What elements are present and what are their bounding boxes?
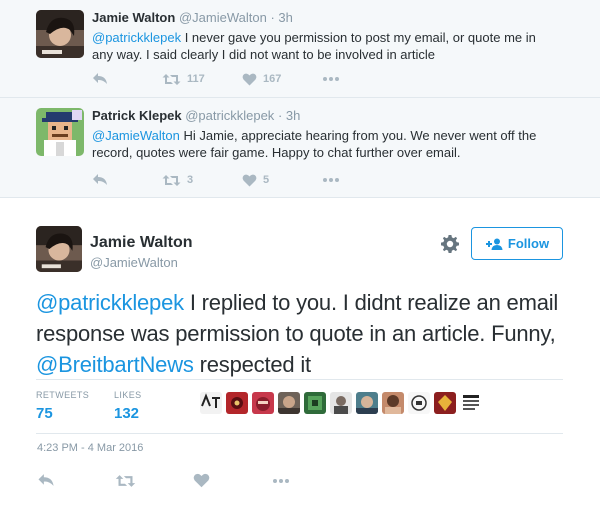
liker-avatar[interactable] (382, 392, 404, 414)
tweet-actions: 117 167 (92, 70, 340, 88)
retweet-icon (115, 474, 136, 487)
tweet-actions (37, 473, 349, 488)
retweets-value: 75 (36, 405, 53, 422)
follow-button[interactable]: Follow (471, 227, 563, 260)
retweets-stat[interactable]: RETWEETS 75 (36, 390, 89, 422)
author-name[interactable]: Jamie Walton (92, 10, 175, 25)
author-name[interactable]: Jamie Walton (90, 234, 193, 252)
liker-avatars (200, 392, 486, 414)
reply-button[interactable] (92, 72, 162, 86)
like-icon (193, 473, 210, 488)
author-handle[interactable]: @patrickklepek (185, 108, 274, 123)
liker-avatar[interactable] (200, 392, 222, 414)
reply-icon (38, 474, 54, 486)
more-button[interactable] (271, 478, 349, 484)
retweet-button[interactable] (115, 474, 193, 488)
liker-avatar[interactable] (252, 392, 274, 414)
liker-avatar[interactable] (460, 392, 482, 414)
tweet-timestamp[interactable]: 4:23 PM - 4 Mar 2016 (37, 442, 143, 454)
mention-link[interactable]: @patrickklepek (36, 290, 184, 315)
reply-tweet-patrick[interactable]: Patrick Klepek @patrickklepek · 3h @Jami… (0, 98, 600, 198)
author-name[interactable]: Patrick Klepek (92, 108, 182, 123)
tweet-text: @JamieWalton Hi Jamie, appreciate hearin… (92, 127, 560, 161)
reply-button[interactable] (92, 173, 162, 187)
retweet-button[interactable]: 3 (162, 174, 242, 187)
likes-stat[interactable]: LIKES 132 (114, 390, 142, 422)
more-button[interactable] (322, 177, 340, 183)
liker-avatar[interactable] (330, 392, 352, 414)
reply-icon (93, 73, 107, 84)
avatar[interactable] (36, 226, 82, 272)
retweet-count: 117 (187, 73, 205, 85)
more-icon (323, 77, 339, 81)
author-handle[interactable]: @JamieWalton (179, 10, 267, 25)
likes-label: LIKES (114, 390, 142, 400)
tweet-text-end: respected it (193, 352, 312, 377)
like-button[interactable] (193, 473, 271, 488)
retweets-label: RETWEETS (36, 390, 90, 400)
like-count: 167 (263, 73, 282, 85)
tweet-text: @patrickklepek I never gave you permissi… (92, 29, 560, 63)
tweet-time[interactable]: · 3h (278, 108, 300, 123)
tweet-time[interactable]: · 3h (270, 10, 292, 25)
tweet-text: @patrickklepek I replied to you. I didnt… (36, 287, 576, 380)
retweet-icon (162, 174, 181, 186)
like-icon (242, 73, 257, 85)
tweet-actions: 3 5 (92, 171, 340, 189)
retweet-icon (162, 73, 181, 85)
reply-button[interactable] (37, 473, 115, 488)
liker-avatar[interactable] (278, 392, 300, 414)
like-button[interactable]: 167 (242, 73, 322, 86)
liker-avatar[interactable] (304, 392, 326, 414)
follow-label: Follow (507, 236, 550, 251)
more-icon (273, 478, 289, 483)
liker-avatar[interactable] (408, 392, 430, 414)
tweet-stats: RETWEETS 75 LIKES 132 (36, 379, 563, 434)
mention-link[interactable]: @patrickklepek (92, 30, 181, 45)
likes-value: 132 (114, 405, 140, 422)
like-icon (242, 174, 257, 186)
liker-avatar[interactable] (356, 392, 378, 414)
mention-link[interactable]: @BreitbartNews (36, 352, 194, 377)
liker-avatar[interactable] (434, 392, 456, 414)
retweet-count: 3 (187, 174, 194, 186)
more-icon (323, 178, 339, 182)
reply-icon (93, 174, 107, 185)
like-count: 5 (263, 174, 270, 186)
follow-person-icon (485, 238, 503, 250)
reply-tweet-jamie[interactable]: Jamie Walton @JamieWalton · 3h @patrickk… (0, 0, 600, 98)
main-tweet: Jamie Walton @JamieWalton Follow @patric… (0, 198, 600, 520)
author-handle[interactable]: @JamieWalton (90, 255, 178, 270)
gear-icon (441, 235, 459, 253)
liker-avatar[interactable] (226, 392, 248, 414)
avatar[interactable] (36, 108, 84, 156)
settings-button[interactable] (440, 234, 460, 254)
like-button[interactable]: 5 (242, 174, 322, 187)
mention-link[interactable]: @JamieWalton (92, 128, 180, 143)
retweet-button[interactable]: 117 (162, 73, 242, 86)
more-button[interactable] (322, 76, 340, 82)
avatar[interactable] (36, 10, 84, 58)
